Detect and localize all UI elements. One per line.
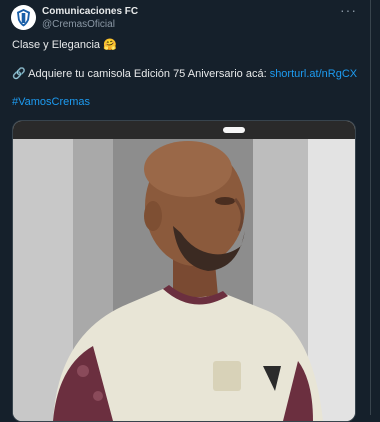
more-icon[interactable]: ···: [340, 2, 357, 18]
hashtag-link[interactable]: #VamosCremas: [12, 96, 90, 108]
post-text: Clase y Elegancia: [12, 39, 101, 51]
account-handle[interactable]: @CremasOficial: [42, 19, 115, 30]
post-media-image[interactable]: [12, 120, 356, 422]
post-line-2: 🔗 Adquiere tu camisola Edición 75 Aniver…: [12, 67, 357, 80]
hug-emoji-icon: 🤗: [103, 39, 117, 51]
post-line-1: Clase y Elegancia 🤗: [12, 38, 117, 51]
display-name[interactable]: Comunicaciones FC: [42, 6, 138, 17]
tweet-card: Comunicaciones FC @CremasOficial ··· Cla…: [0, 0, 371, 422]
short-url-link[interactable]: shorturl.at/nRgCX: [270, 68, 357, 80]
account-avatar[interactable]: [11, 5, 36, 30]
post-line-3: #VamosCremas: [12, 96, 90, 108]
post-text-2: Adquiere tu camisola Edición 75 Aniversa…: [28, 68, 267, 80]
link-emoji-icon: 🔗: [12, 68, 26, 80]
